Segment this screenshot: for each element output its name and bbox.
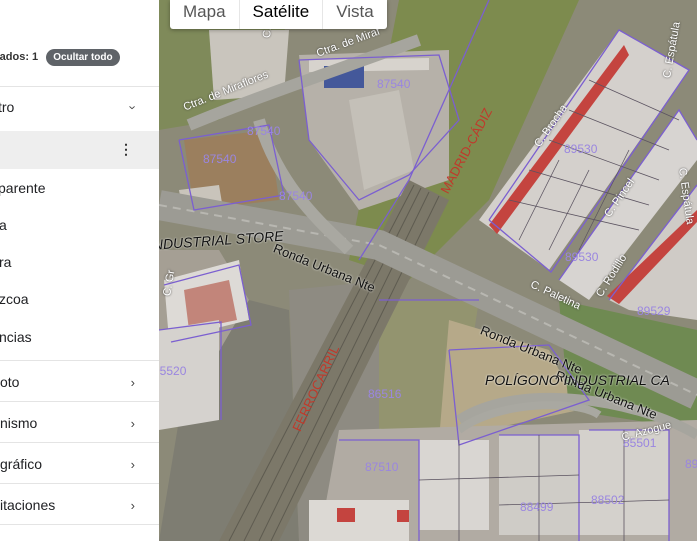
parcel-number: 87510: [365, 460, 399, 474]
section-label: gráfico: [0, 456, 43, 472]
divider: [0, 86, 159, 87]
active-layer-row[interactable]: [0, 131, 159, 169]
chevron-right-icon: ›: [130, 456, 135, 472]
parcel-number: 86516: [368, 387, 402, 401]
divider: [0, 442, 159, 443]
section-ortofoto[interactable]: oto ›: [0, 370, 159, 394]
parcel-number: 87540: [203, 152, 237, 166]
parcel-number: 87540: [377, 77, 411, 91]
parcel-number: 89529: [637, 304, 671, 318]
sublayer-item[interactable]: ra: [0, 254, 11, 270]
parcel-number: 88502: [591, 493, 625, 507]
section-limitaciones[interactable]: itaciones ›: [0, 493, 159, 517]
selected-count-label: tados: 1: [0, 51, 39, 63]
section-urbanismo[interactable]: nismo ›: [0, 411, 159, 435]
layers-sidebar: tados: 1 Ocultar todo tro › ⋮ parente a …: [0, 0, 159, 541]
more-vert-icon[interactable]: ⋮: [119, 142, 133, 156]
divider: [0, 360, 159, 361]
section-label: oto: [0, 374, 20, 390]
parcel-number: 95520: [159, 364, 187, 378]
divider: [0, 483, 159, 484]
map-type-mapa-button[interactable]: Mapa: [170, 0, 240, 29]
hide-all-button[interactable]: Ocultar todo: [46, 48, 120, 66]
parcel-number: 89: [685, 457, 697, 471]
sublayer-item[interactable]: ncias: [0, 329, 32, 345]
divider: [0, 524, 159, 525]
section-label: tro: [0, 99, 15, 115]
map-type-vista-button[interactable]: Vista: [323, 0, 387, 29]
section-label: itaciones: [0, 497, 56, 513]
place-label: POLÍGONO INDUSTRIAL CA: [485, 372, 670, 388]
section-catastro[interactable]: tro ›: [0, 95, 159, 119]
divider: [0, 401, 159, 402]
chevron-right-icon: ›: [130, 497, 135, 513]
section-topografico[interactable]: gráfico ›: [0, 452, 159, 476]
chevron-down-icon: ›: [125, 104, 141, 110]
section-label: nismo: [0, 415, 38, 431]
parcel-number: 89530: [565, 250, 599, 264]
map-type-satelite-button[interactable]: Satélite: [240, 0, 324, 29]
sublayer-item[interactable]: zcoa: [0, 291, 29, 307]
parcel-number: 88499: [520, 500, 554, 514]
parcel-number: 89530: [564, 142, 598, 156]
satellite-map[interactable]: 87540 87540 87540 87540 89530 89530 8952…: [159, 0, 697, 541]
chevron-right-icon: ›: [130, 374, 135, 390]
selected-row: tados: 1 Ocultar todo: [0, 47, 120, 67]
parcel-number: 87540: [247, 124, 281, 138]
sublayer-item[interactable]: parente: [0, 180, 45, 196]
chevron-right-icon: ›: [130, 415, 135, 431]
sublayer-item[interactable]: a: [0, 217, 7, 233]
parcel-number: 87540: [279, 189, 313, 203]
map-type-control: Mapa Satélite Vista: [170, 0, 387, 29]
